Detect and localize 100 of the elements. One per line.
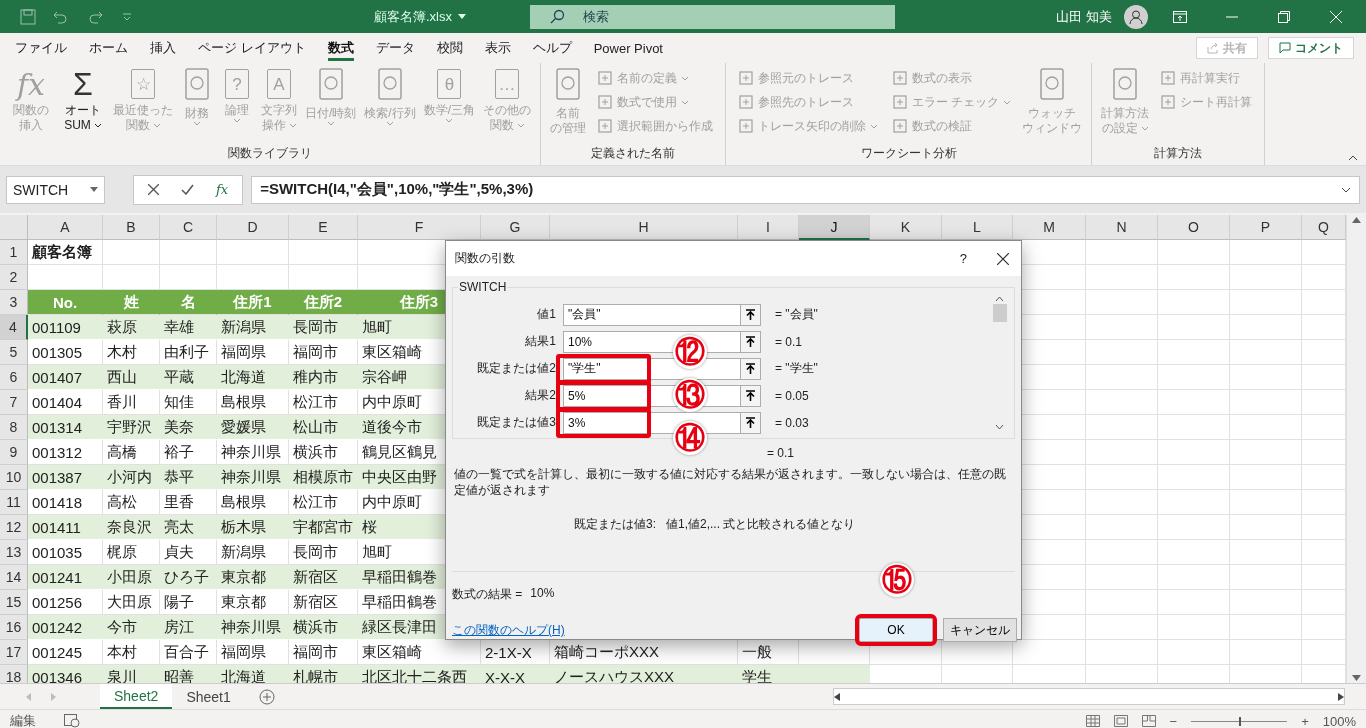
scroll-up-icon[interactable] [995, 296, 1004, 302]
customize-icon[interactable] [122, 11, 132, 22]
collapse-dialog-button[interactable] [741, 357, 761, 380]
page-break-icon[interactable] [1141, 715, 1156, 727]
menu-tab[interactable]: ヘルプ [521, 33, 583, 63]
scroll-left-icon[interactable] [834, 692, 840, 701]
restore-icon[interactable] [1278, 10, 1290, 23]
page-layout-icon[interactable] [1113, 715, 1128, 727]
minimize-icon[interactable] [1226, 15, 1238, 18]
row-header[interactable]: 16 [0, 615, 28, 640]
column-header[interactable]: C [160, 215, 217, 240]
search-field[interactable]: 検索 [530, 4, 895, 29]
menu-tab[interactable]: 数式 [316, 33, 365, 63]
row-header[interactable]: 18 [0, 665, 28, 683]
ribbon-button[interactable]: Σ オート SUM [58, 67, 108, 133]
row-header[interactable]: 1 [0, 240, 28, 265]
column-header[interactable]: B [103, 215, 160, 240]
row-header[interactable]: 8 [0, 415, 28, 440]
column-header[interactable]: N [1086, 215, 1158, 240]
check-icon[interactable] [181, 184, 194, 195]
column-header[interactable]: Q [1302, 215, 1346, 240]
menu-tab[interactable]: ホーム [78, 33, 139, 63]
normal-view-icon[interactable] [1085, 715, 1100, 727]
dialog-button[interactable]: キャンセル [943, 618, 1017, 642]
table-cell: 学生 [738, 665, 799, 683]
add-sheet-icon[interactable] [258, 688, 275, 705]
column-header[interactable]: K [870, 215, 942, 240]
cancel-icon[interactable] [148, 184, 159, 195]
macro-record-icon[interactable] [64, 714, 80, 728]
menu-tab[interactable]: 校閲 [425, 33, 474, 63]
close-icon[interactable] [997, 252, 1009, 265]
name-box[interactable]: SWITCH [6, 175, 105, 204]
scroll-thumb[interactable] [992, 304, 1007, 322]
zoom-level[interactable]: 100% [1322, 713, 1356, 728]
row-header[interactable]: 4 [0, 315, 28, 340]
sheet-tab[interactable]: Sheet2 [100, 684, 173, 709]
table-cell: 奈良沢 [103, 515, 160, 540]
collapse-dialog-button[interactable] [741, 411, 761, 434]
comment-button[interactable]: コメント [1268, 37, 1354, 59]
column-header[interactable]: A [28, 215, 103, 240]
scrollbar[interactable] [991, 296, 1008, 430]
row-header[interactable]: 14 [0, 565, 28, 590]
row-header[interactable]: 2 [0, 265, 28, 290]
column-header[interactable]: E [289, 215, 358, 240]
row-header[interactable]: 13 [0, 540, 28, 565]
menu-tab[interactable]: 表示 [473, 33, 522, 63]
column-header[interactable]: H [550, 215, 738, 240]
row-header[interactable]: 6 [0, 365, 28, 390]
ribbon-display-icon[interactable] [1173, 10, 1187, 23]
collapse-dialog-button[interactable] [741, 303, 761, 326]
collapse-dialog-button[interactable] [741, 384, 761, 407]
help-button[interactable]: ? [959, 251, 967, 266]
menu-tab[interactable]: ファイル [4, 33, 78, 63]
scroll-right-icon[interactable] [1338, 692, 1344, 701]
column-header[interactable]: L [942, 215, 1013, 240]
row-header[interactable]: 12 [0, 515, 28, 540]
row-header[interactable]: 7 [0, 390, 28, 415]
avatar-icon[interactable] [1124, 4, 1148, 29]
column-header[interactable]: M [1013, 215, 1086, 240]
table-cell [799, 665, 870, 683]
column-header[interactable]: F [358, 215, 481, 240]
menu-tab[interactable]: データ [364, 33, 426, 63]
menu-tab[interactable]: ページ レイアウト [187, 33, 317, 63]
argument-help-label: 既定または値3: [574, 516, 656, 533]
scroll-down-icon[interactable] [995, 424, 1004, 430]
expand-icon[interactable] [1341, 186, 1351, 193]
arrow-up-icon [746, 417, 755, 428]
column-header[interactable]: J [799, 215, 870, 240]
row-header[interactable]: 11 [0, 490, 28, 515]
table-cell [1230, 590, 1302, 615]
table-cell: 新宿区 [289, 565, 358, 590]
collapse-ribbon-icon[interactable] [1348, 155, 1358, 161]
horizontal-scrollbar[interactable] [833, 688, 1345, 705]
zoom-in-button[interactable]: + [1301, 713, 1309, 728]
row-header[interactable]: 10 [0, 465, 28, 490]
row-header[interactable]: 15 [0, 590, 28, 615]
column-header[interactable]: G [481, 215, 550, 240]
zoom-out-button[interactable]: − [1169, 713, 1178, 728]
table-cell: 房江 [160, 615, 217, 640]
menu-tab[interactable]: 挿入 [139, 33, 187, 63]
sheet-tab[interactable]: Sheet1 [172, 684, 245, 709]
column-header[interactable]: I [738, 215, 799, 240]
formula-field[interactable]: =SWITCH(I4,"会員",10%,"学生",5%,3%) [251, 175, 1360, 204]
caret-icon[interactable] [458, 14, 466, 19]
insert-function-button[interactable]: fx [216, 182, 229, 197]
menu-tab[interactable]: Power Pivot [582, 33, 674, 63]
row-header[interactable]: 9 [0, 440, 28, 465]
column-header[interactable]: P [1230, 215, 1302, 240]
dropdown-icon [1003, 99, 1012, 105]
table-cell: 住所1 [217, 290, 289, 315]
scroll-up-icon[interactable] [1352, 217, 1361, 223]
row-header[interactable]: 5 [0, 340, 28, 365]
row-header[interactable]: 3 [0, 290, 28, 315]
scroll-down-icon[interactable] [1352, 675, 1361, 681]
argument-field[interactable]: "会員" [563, 303, 741, 326]
column-header[interactable]: O [1158, 215, 1230, 240]
table-cell: 001109 [28, 315, 103, 340]
collapse-dialog-button[interactable] [741, 330, 761, 353]
row-header[interactable]: 17 [0, 640, 28, 665]
column-header[interactable]: D [217, 215, 289, 240]
